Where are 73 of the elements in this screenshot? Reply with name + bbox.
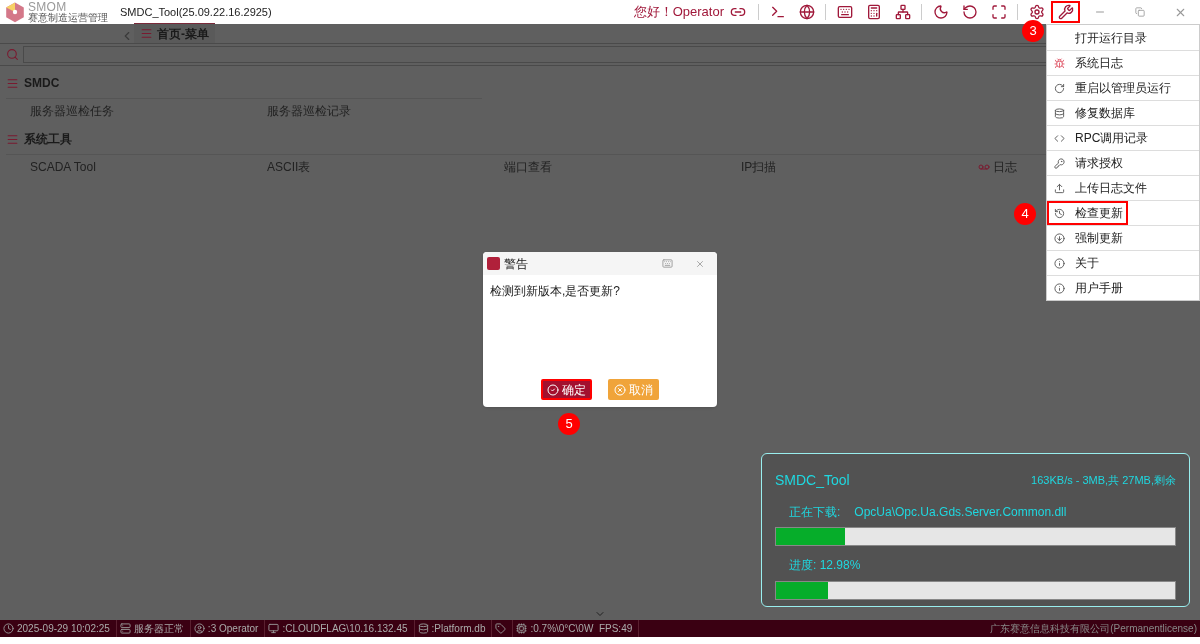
fullscreen-icon [990, 4, 1007, 20]
menu-item[interactable]: 修复数据库 [1047, 101, 1199, 125]
greeting-text: 您好！Operator [633, 3, 724, 22]
status-text: :Platform.db [431, 622, 486, 636]
cpu-icon [516, 623, 528, 634]
menu-item[interactable]: 请求授权 [1047, 151, 1199, 175]
database-icon [417, 623, 429, 634]
settings-icon [1028, 4, 1045, 20]
calculator-icon [865, 4, 882, 20]
clock-icon [3, 623, 14, 634]
status-text: 服务器正常 [133, 622, 184, 636]
menu-item[interactable]: 上传日志文件 [1047, 176, 1199, 200]
company-text: 广东赛意信息科技有限公司(Permanentlicense) [990, 622, 1197, 636]
download-speed: 163KB/s - 3MB,共 27MB,剩余 [1031, 473, 1176, 489]
step-badge: 4 [1014, 203, 1036, 225]
check-circle-icon [547, 383, 559, 396]
file-label: 正在下载: [789, 504, 841, 521]
code-icon [1053, 132, 1065, 144]
progress-text: 进度: 12.98% [788, 557, 862, 574]
menu-item[interactable]: 检查更新 [1047, 201, 1128, 225]
x-circle-icon [614, 383, 626, 396]
bug-icon [1053, 57, 1065, 69]
file-name: OpcUa\Opc.Ua.Gds.Server.Common.dll [854, 504, 1067, 521]
search-icon [6, 48, 19, 61]
tag-icon [495, 623, 507, 634]
database-icon [1053, 107, 1065, 119]
network-icon [894, 4, 911, 20]
logo-icon [4, 1, 26, 23]
status-text: :0.7%\0°C\0W FPS:49 [530, 622, 633, 636]
section-icon [6, 132, 19, 146]
keyboard-icon [836, 4, 853, 20]
window-title: SMDC_Tool(25.09.22.16.2925) [120, 4, 272, 20]
dialog-title: 警告 [504, 255, 528, 273]
server-icon [119, 623, 131, 634]
status-text: 2025-09-29 10:02:25 [17, 622, 110, 636]
monitor-icon [268, 623, 280, 634]
menu-item[interactable]: 重启以管理员运行 [1047, 76, 1199, 100]
status-text: :CLOUDFLAG\10.16.132.45 [282, 622, 408, 636]
globe-icon [798, 4, 815, 20]
menu-item[interactable]: 打开运行目录 [1047, 25, 1199, 50]
section-icon [6, 76, 19, 90]
refresh-icon [961, 4, 978, 20]
moon-icon [932, 4, 949, 20]
menu-item[interactable]: 强制更新 [1047, 226, 1199, 250]
app-icon [487, 257, 500, 270]
menu-item[interactable]: 系统日志 [1047, 51, 1199, 75]
status-text: :3 Operator [207, 622, 259, 636]
download-icon [1053, 232, 1065, 244]
logo-subtitle: 赛意制造运营管理 [28, 13, 108, 23]
step-badge: 3 [1022, 20, 1044, 42]
key-icon [1053, 157, 1065, 169]
tools-button[interactable] [1051, 1, 1080, 23]
download-title: SMDC_Tool [775, 471, 850, 490]
section-title: SMDC [24, 75, 60, 92]
logo-text: SMOM [28, 1, 67, 13]
info-icon [1053, 282, 1065, 294]
restore-icon [1135, 7, 1145, 17]
user-icon [193, 623, 205, 634]
info-icon [1053, 257, 1065, 269]
menu-item[interactable]: RPC调用记录 [1047, 126, 1199, 150]
history-icon [1053, 207, 1065, 219]
section-title: 系统工具 [24, 131, 72, 148]
menu-item[interactable]: 用户手册 [1047, 276, 1199, 300]
tools-icon [1057, 4, 1074, 20]
upload-icon [1053, 182, 1065, 194]
menu-item[interactable]: 关于 [1047, 251, 1199, 275]
dialog-message: 检测到新版本,是否更新? [489, 283, 621, 300]
tab-label: 首页-菜单 [157, 25, 209, 43]
terminal-icon [769, 4, 786, 20]
restart-icon [1053, 82, 1065, 94]
menu-icon [140, 27, 153, 40]
confirm-button[interactable]: 确定 [541, 379, 592, 400]
step-badge: 5 [558, 413, 580, 435]
